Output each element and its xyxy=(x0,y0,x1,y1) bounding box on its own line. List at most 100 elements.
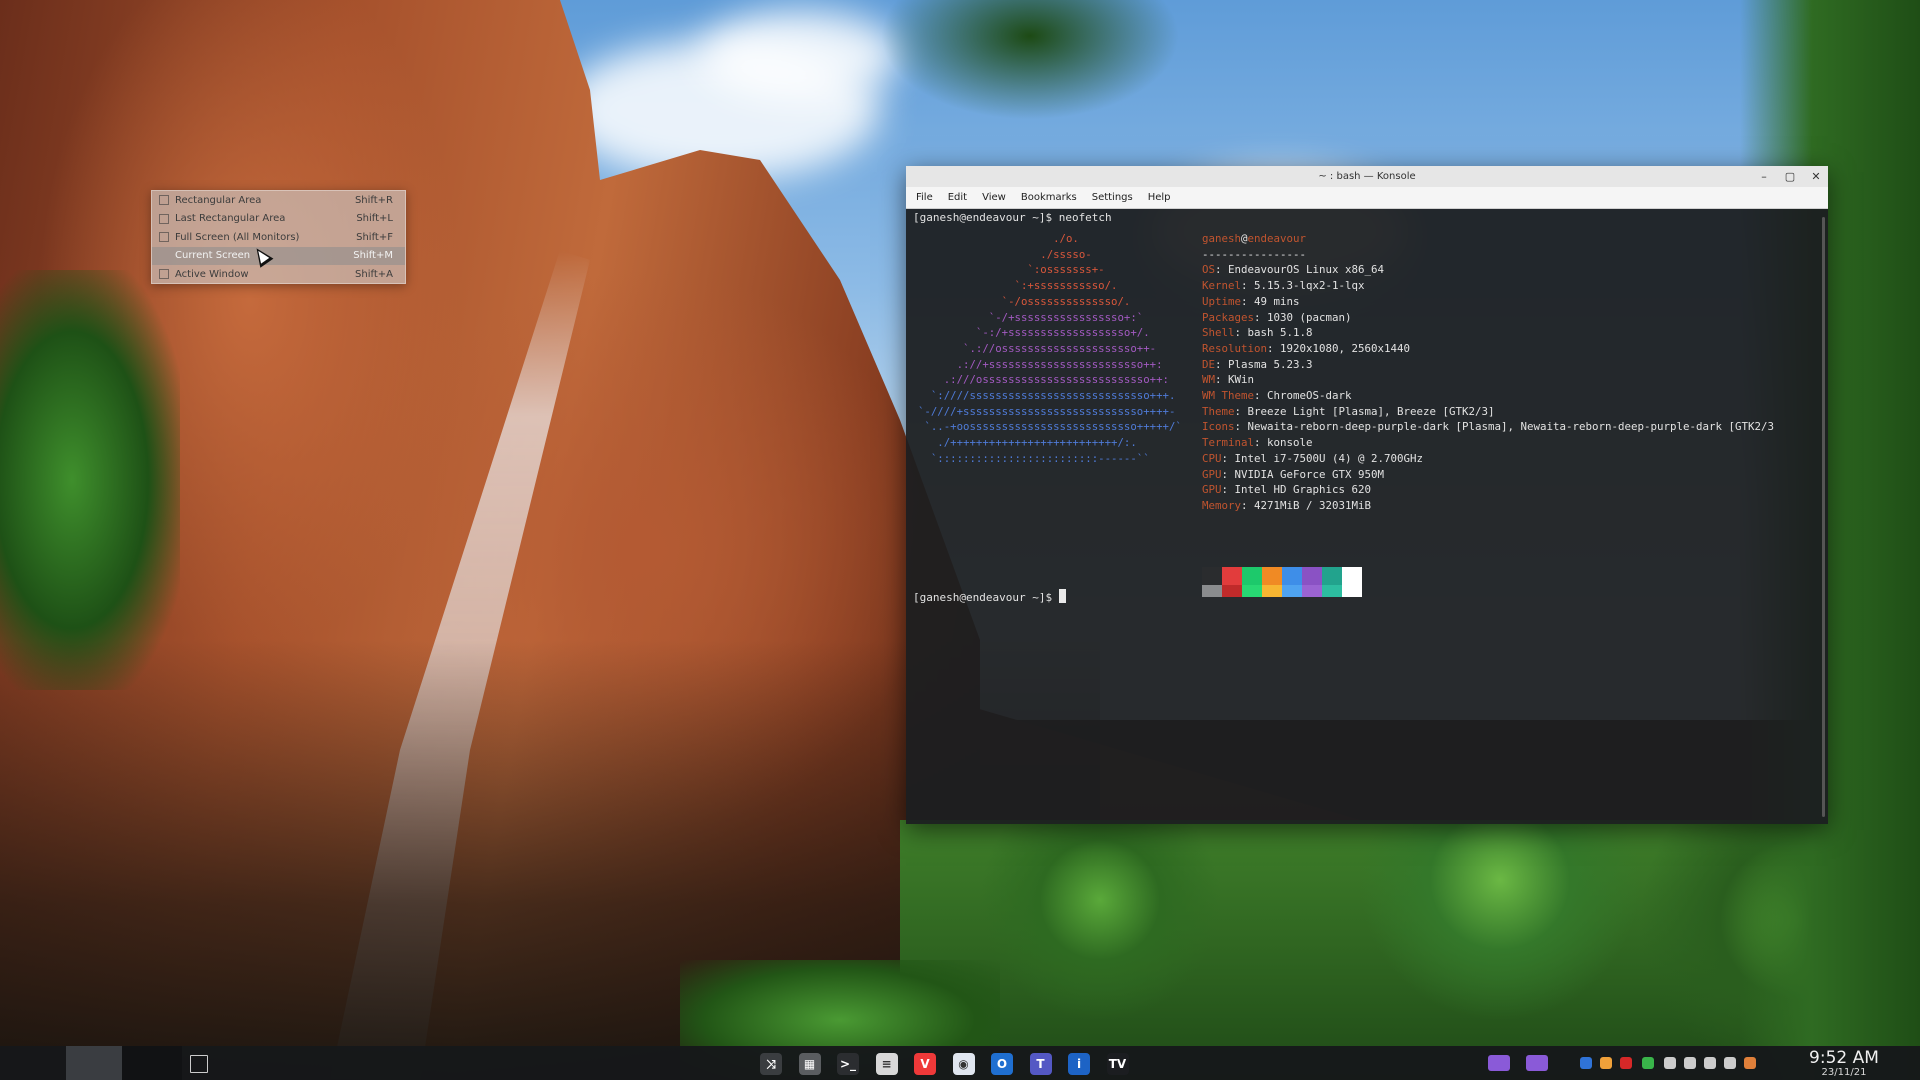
color-swatch-bright xyxy=(1202,585,1222,597)
konsole-icon[interactable]: >_ xyxy=(837,1053,859,1075)
menu-file[interactable]: File xyxy=(916,192,933,203)
teams-icon[interactable]: T xyxy=(1029,1053,1052,1075)
ascii-art-line: .:///ossssssssssssssssssssssssso++: xyxy=(918,373,1169,387)
info-row: DE: Plasma 5.23.3 xyxy=(1202,357,1313,371)
info-value: 1920x1080, 2560x1440 xyxy=(1280,341,1411,355)
system-tray-icon[interactable] xyxy=(1704,1057,1716,1069)
color-swatch-bright xyxy=(1262,585,1282,597)
system-tray-icon[interactable] xyxy=(1724,1057,1736,1069)
ascii-art-line: `:////ssssssssssssssssssssssssssso+++. xyxy=(918,389,1176,403)
window-titlebar[interactable]: ~ : bash — Konsole – ▢ ✕ xyxy=(906,166,1828,187)
color-swatch-bright xyxy=(1222,585,1242,597)
info-icon[interactable]: i xyxy=(1068,1053,1090,1075)
system-tray-icon[interactable] xyxy=(1664,1057,1676,1069)
info-value: 5.15.3-lqx2-1-lqx xyxy=(1254,279,1365,293)
window-title: ~ : bash — Konsole xyxy=(1318,171,1416,182)
notes-icon[interactable]: ≡ xyxy=(875,1053,898,1075)
info-key: Packages xyxy=(1202,310,1255,324)
info-row: WM Theme: ChromeOS-dark xyxy=(1202,389,1352,403)
info-value: ChromeOS-dark xyxy=(1267,389,1352,403)
menu-item-last-rectangular-area[interactable]: Last Rectangular Area Shift+L xyxy=(152,210,405,229)
info-value: EndeavourOS Linux x86_64 xyxy=(1228,263,1385,277)
info-value: Intel HD Graphics 620 xyxy=(1234,483,1372,497)
color-swatch-bright xyxy=(1322,585,1342,597)
info-value: Intel i7-7500U (4) @ 2.700GHz xyxy=(1234,451,1424,465)
close-icon[interactable]: ✕ xyxy=(1810,170,1822,183)
info-value: bash 5.1.8 xyxy=(1247,326,1313,340)
color-swatch-bright xyxy=(1282,585,1302,597)
capture-mode-icon xyxy=(159,269,169,280)
ascii-art-line: `-////+ssssssssssssssssssssssssssso++++- xyxy=(918,404,1176,418)
scrollbar[interactable] xyxy=(1822,217,1825,817)
info-key: Uptime xyxy=(1202,294,1242,308)
command-prompt: [ganesh@endeavour ~]$ neofetch xyxy=(913,211,1112,224)
show-desktop-icon[interactable] xyxy=(190,1055,208,1073)
info-row: CPU: Intel i7-7500U (4) @ 2.700GHz xyxy=(1202,451,1424,465)
menu-item-full-screen-all-monitors[interactable]: Full Screen (All Monitors) Shift+F xyxy=(152,228,405,247)
info-row: Resolution: 1920x1080, 2560x1440 xyxy=(1202,341,1411,355)
info-value: Breeze Light [Plasma], Breeze [GTK2/3] xyxy=(1247,404,1495,418)
system-tray-icon[interactable] xyxy=(1580,1057,1592,1069)
info-row: Terminal: konsole xyxy=(1202,436,1313,450)
menu-view[interactable]: View xyxy=(982,192,1006,203)
menu-item-shortcut: Shift+L xyxy=(356,213,393,225)
system-tray-icon[interactable] xyxy=(1684,1057,1696,1069)
system-tray-icon[interactable] xyxy=(1744,1057,1756,1069)
wallpaper-cloud xyxy=(700,10,900,100)
color-swatch xyxy=(1282,567,1302,597)
capture-mode-icon xyxy=(159,251,169,261)
info-value: Newaita-reborn-deep-purple-dark [Plasma]… xyxy=(1247,420,1775,434)
maximize-icon[interactable]: ▢ xyxy=(1784,170,1796,183)
taskbar: ⤨ ▦ >_ ≡ V ◉ O Ti TV 9:52 AM 23/11/21 xyxy=(0,1046,1920,1080)
info-key: DE xyxy=(1202,357,1216,371)
ascii-art-line: `-/ossssssssssssso/. xyxy=(918,294,1131,308)
system-tray-icon[interactable] xyxy=(1526,1055,1548,1071)
virtual-desktop-1[interactable] xyxy=(66,1046,122,1080)
color-swatch xyxy=(1202,567,1222,597)
info-row: Uptime: 49 mins xyxy=(1202,294,1300,308)
menu-item-active-window[interactable]: Active Window Shift+A xyxy=(152,265,405,284)
system-monitor-icon[interactable]: ▦ xyxy=(798,1053,821,1075)
screenshot-mode-menu: Rectangular Area Shift+R Last Rectangular … xyxy=(151,190,406,284)
clock[interactable]: 9:52 AM 23/11/21 xyxy=(1774,1049,1914,1079)
menu-edit[interactable]: Edit xyxy=(948,192,967,203)
overview-icon[interactable]: ⤨ xyxy=(760,1053,782,1075)
info-key: Kernel xyxy=(1202,279,1242,293)
command-prompt-active[interactable]: [ganesh@endeavour ~]$ xyxy=(913,589,1066,604)
info-key: CPU xyxy=(1202,451,1222,465)
clock-date: 23/11/21 xyxy=(1821,1067,1867,1078)
menu-settings[interactable]: Settings xyxy=(1092,192,1133,203)
system-tray-icon[interactable] xyxy=(1642,1057,1654,1069)
color-swatch xyxy=(1242,567,1262,597)
menu-item-rectangular-area[interactable]: Rectangular Area Shift+R xyxy=(152,191,405,210)
tradingview-icon[interactable]: TV xyxy=(1106,1053,1129,1075)
terminal-output[interactable]: [ganesh@endeavour ~]$ neofetch ./o. ./ss… xyxy=(906,209,1828,823)
vivaldi-icon[interactable]: V xyxy=(914,1053,936,1075)
system-tray-icon[interactable] xyxy=(1488,1055,1510,1071)
info-row: Kernel: 5.15.3-lqx2-1-lqx xyxy=(1202,279,1365,293)
terminal-color-palette xyxy=(1202,567,1362,597)
capture-mode-icon xyxy=(159,213,169,224)
menu-item-shortcut: Shift+F xyxy=(356,231,393,243)
browser-icon[interactable]: ◉ xyxy=(952,1053,975,1075)
outlook-icon[interactable]: O xyxy=(991,1053,1013,1075)
capture-mode-icon xyxy=(159,232,169,243)
color-swatch-bright xyxy=(1242,585,1262,597)
menu-help[interactable]: Help xyxy=(1148,192,1171,203)
ascii-art-line: `..-+oossssssssssssssssssssssssso+++++/` xyxy=(918,420,1182,434)
ascii-art-line: `.://osssssssssssssssssssso++- xyxy=(918,341,1157,355)
virtual-desktop-2[interactable] xyxy=(122,1046,182,1080)
minimize-icon[interactable]: – xyxy=(1758,170,1770,183)
system-tray-icon[interactable] xyxy=(1600,1057,1612,1069)
info-row: GPU: Intel HD Graphics 620 xyxy=(1202,483,1372,497)
menu-item-current-screen[interactable]: Current Screen Shift+M xyxy=(152,246,405,265)
info-row: OS: EndeavourOS Linux x86_64 xyxy=(1202,263,1385,277)
color-swatch xyxy=(1342,567,1362,597)
info-key: Icons xyxy=(1202,420,1235,434)
system-tray-icon[interactable] xyxy=(1620,1057,1632,1069)
info-key: Resolution xyxy=(1202,341,1268,355)
capture-mode-icon xyxy=(159,195,169,206)
username: ganesh xyxy=(1202,232,1242,245)
info-row: Shell: bash 5.1.8 xyxy=(1202,326,1313,340)
menu-bookmarks[interactable]: Bookmarks xyxy=(1021,192,1077,203)
